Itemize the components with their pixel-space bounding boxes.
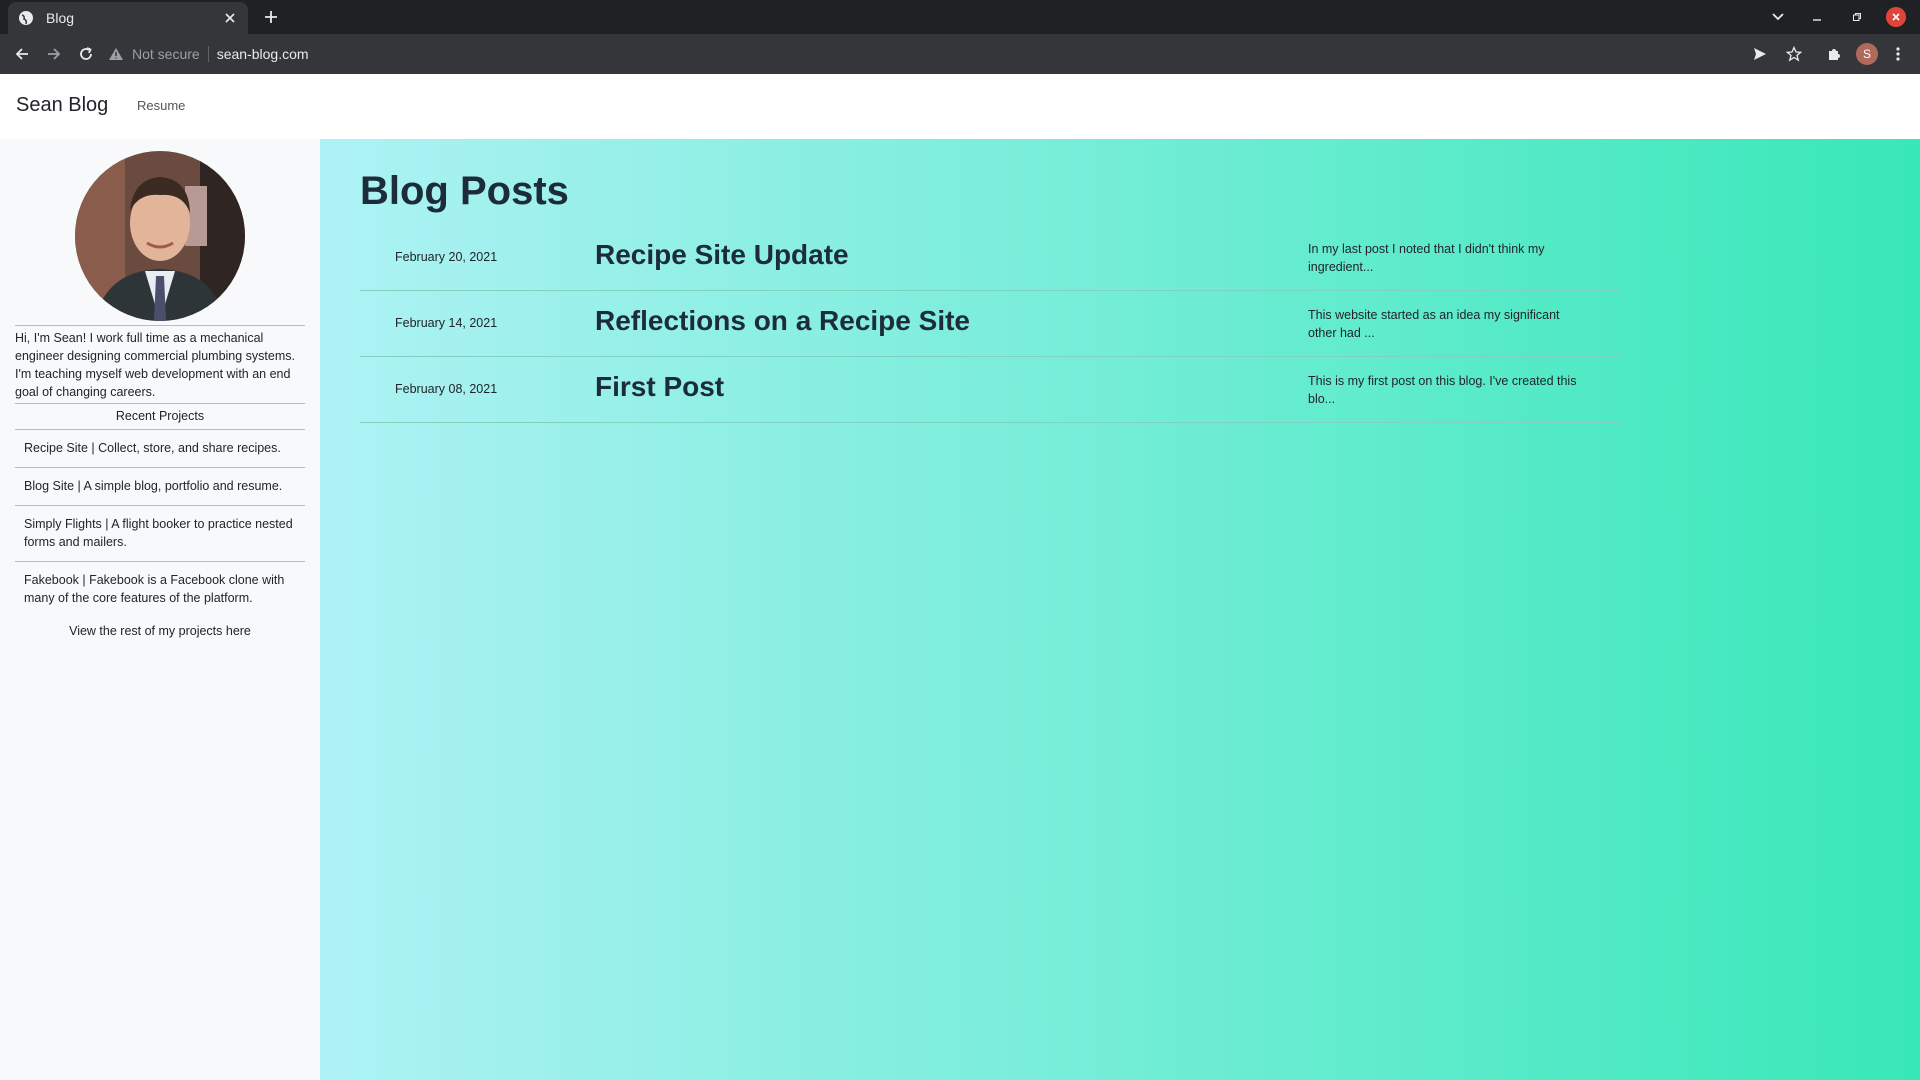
send-icon[interactable] (1748, 42, 1772, 66)
web-page: Sean Blog Resume Hi, I'm Sean! I work fu… (0, 74, 1920, 1080)
restore-icon[interactable] (1847, 7, 1867, 27)
blog-post-row[interactable]: February 14, 2021 Reflections on a Recip… (360, 291, 1620, 357)
menu-kebab-icon[interactable] (1886, 42, 1910, 66)
warning-icon (108, 46, 124, 62)
tab-title: Blog (46, 10, 75, 26)
project-link-recipe-site[interactable]: Recipe Site | Collect, store, and share … (24, 439, 304, 457)
project-link-simply-flights[interactable]: Simply Flights | A flight booker to prac… (24, 515, 304, 551)
sidebar-divider (15, 325, 305, 326)
post-excerpt: This website started as an idea my signi… (1308, 308, 1560, 340)
post-title[interactable]: First Post (595, 371, 724, 403)
browser-toolbar: Not secure sean-blog.com S (0, 34, 1920, 74)
post-excerpt: In my last post I noted that I didn't th… (1308, 242, 1545, 274)
blog-post-row[interactable]: February 20, 2021 Recipe Site Update In … (360, 225, 1620, 291)
post-excerpt: This is my first post on this blog. I've… (1308, 374, 1577, 406)
sidebar-divider (15, 467, 305, 468)
close-tab-icon[interactable] (222, 10, 238, 26)
post-title[interactable]: Recipe Site Update (595, 239, 849, 271)
sidebar: Hi, I'm Sean! I work full time as a mech… (0, 139, 320, 1080)
nav-link-resume[interactable]: Resume (137, 98, 185, 113)
post-date: February 08, 2021 (395, 382, 498, 396)
site-navbar: Sean Blog Resume (0, 74, 1920, 139)
sidebar-divider (15, 561, 305, 562)
main-content: Blog Posts February 20, 2021 Recipe Site… (320, 139, 1920, 1080)
tab-search-icon[interactable] (1768, 7, 1788, 27)
recent-projects-heading: Recent Projects (115, 409, 205, 423)
profile-photo (75, 151, 245, 321)
reload-icon[interactable] (74, 42, 98, 66)
post-date: February 20, 2021 (395, 250, 498, 264)
project-link-fakebook[interactable]: Fakebook | Fakebook is a Facebook clone … (24, 571, 304, 607)
browser-tab[interactable]: Blog (8, 2, 248, 34)
sidebar-divider (15, 505, 305, 506)
forward-icon[interactable] (42, 42, 66, 66)
project-link-blog-site[interactable]: Blog Site | A simple blog, portfolio and… (24, 477, 304, 495)
blog-post-row[interactable]: February 08, 2021 First Post This is my … (360, 357, 1620, 423)
page-title: Blog Posts (360, 169, 569, 213)
globe-icon (18, 10, 34, 26)
url-text: sean-blog.com (216, 46, 309, 62)
post-title[interactable]: Reflections on a Recipe Site (595, 305, 970, 337)
sidebar-divider (15, 429, 305, 430)
post-date: February 14, 2021 (395, 316, 498, 330)
omnibox-separator (207, 46, 209, 62)
back-icon[interactable] (10, 42, 34, 66)
close-window-icon[interactable] (1886, 7, 1906, 27)
minimize-icon[interactable] (1807, 7, 1827, 27)
profile-avatar[interactable]: S (1856, 43, 1878, 65)
new-tab-icon[interactable] (260, 6, 282, 28)
view-all-projects-link[interactable]: View the rest of my projects here (15, 624, 305, 638)
site-brand[interactable]: Sean Blog (16, 94, 108, 117)
address-bar[interactable]: Not secure sean-blog.com (108, 38, 1768, 70)
bookmark-star-icon[interactable] (1782, 42, 1806, 66)
browser-tab-bar: Blog (0, 0, 1920, 34)
bio-text: Hi, I'm Sean! I work full time as a mech… (15, 331, 295, 399)
sidebar-divider (15, 403, 305, 404)
security-label: Not secure (132, 46, 200, 62)
extensions-icon[interactable] (1822, 42, 1846, 66)
